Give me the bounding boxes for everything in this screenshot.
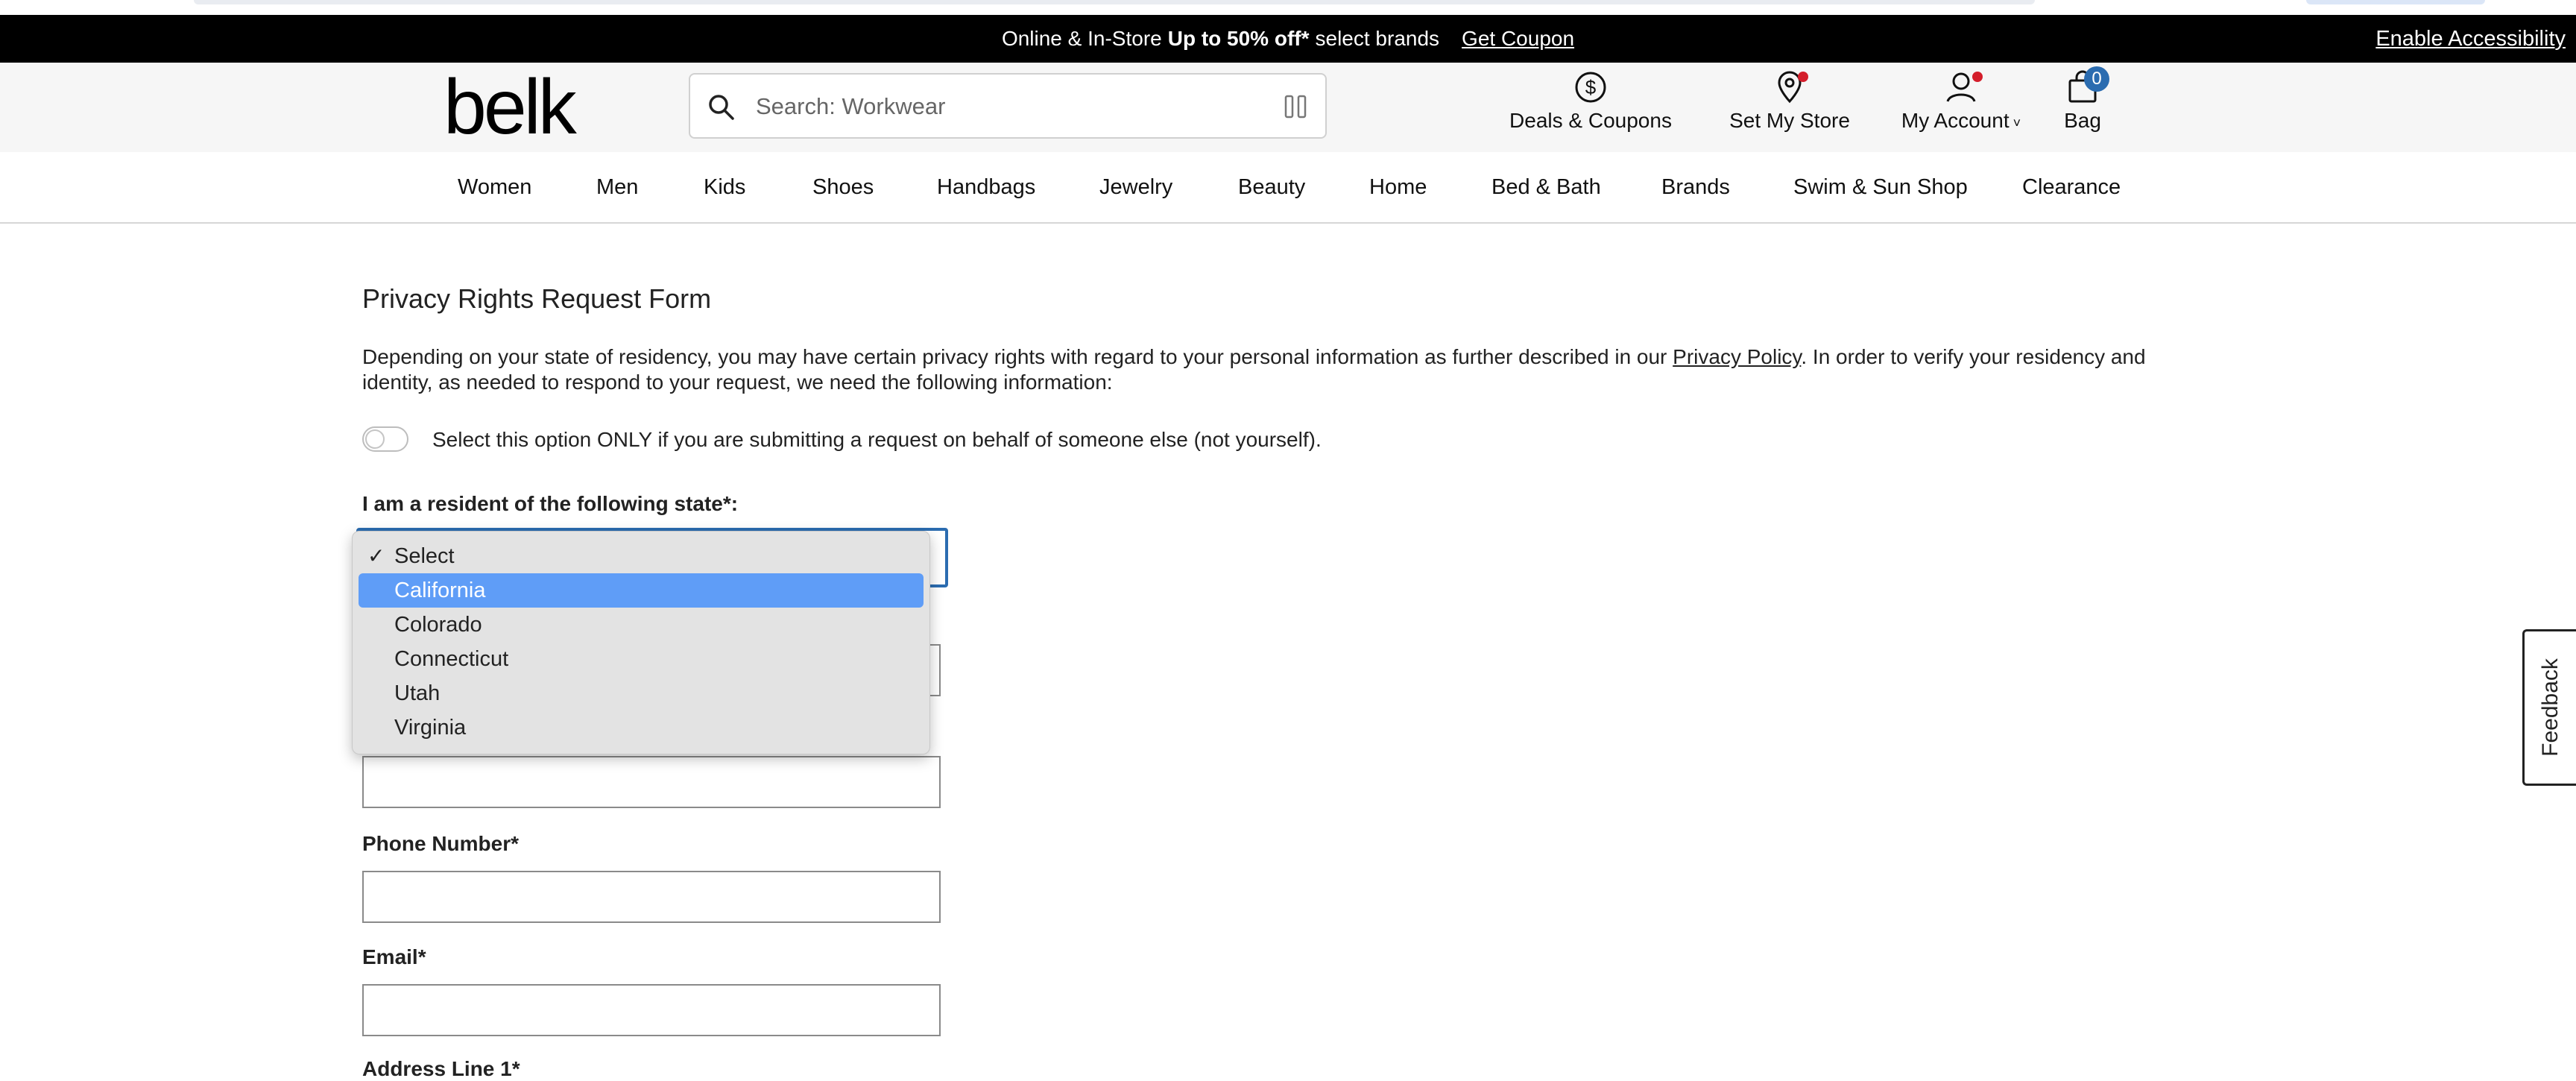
bag-label: Bag (2064, 109, 2101, 132)
site-header: belk $ Deals & Coupons Set My Store (0, 63, 2576, 152)
address-line1-label: Address Line 1* (362, 1057, 520, 1080)
bag-count-badge: 0 (2084, 66, 2109, 92)
page-title: Privacy Rights Request Form (362, 283, 712, 314)
enable-accessibility-link[interactable]: Enable Accessibility (2375, 15, 2566, 63)
search-bar[interactable] (689, 73, 1327, 139)
my-account-text: My Account (1901, 109, 2010, 132)
chevron-down-icon: ˅ (2009, 116, 2021, 130)
checkmark-icon: ✓ (367, 544, 385, 567)
option-label: Connecticut (394, 647, 509, 671)
option-label: Utah (394, 681, 441, 705)
state-option-colorado[interactable]: Colorado (359, 608, 924, 642)
set-my-store-label: Set My Store (1729, 109, 1850, 132)
state-option-virginia[interactable]: Virginia (359, 710, 924, 745)
nav-item-home[interactable]: Home (1369, 152, 1427, 222)
intro-text-part1: Depending on your state of residency, yo… (362, 345, 1673, 368)
account-notification-dot (1972, 72, 1983, 82)
privacy-policy-link[interactable]: Privacy Policy (1673, 345, 1801, 368)
option-label: Select (394, 544, 455, 568)
deals-coupons-button[interactable]: $ Deals & Coupons (1509, 70, 1673, 145)
promo-tail-text: select brands (1315, 27, 1440, 50)
promo-highlight-text: Up to 50% off* (1167, 27, 1310, 50)
state-label: I am a resident of the following state*: (362, 492, 739, 515)
get-coupon-link[interactable]: Get Coupon (1462, 27, 1574, 51)
set-my-store-button[interactable]: Set My Store (1726, 70, 1853, 145)
nav-item-women[interactable]: Women (458, 152, 531, 222)
deals-coupons-label: Deals & Coupons (1509, 109, 1672, 132)
text-field[interactable] (362, 756, 941, 808)
nav-item-beauty[interactable]: Beauty (1238, 152, 1305, 222)
feedback-tab[interactable]: Feedback (2522, 629, 2576, 786)
nav-item-handbags[interactable]: Handbags (937, 152, 1035, 222)
nav-item-shoes[interactable]: Shoes (812, 152, 874, 222)
state-option-connecticut[interactable]: Connecticut (359, 642, 924, 676)
option-label: California (394, 579, 486, 602)
promo-lead-text: Online & In-Store (1001, 27, 1162, 50)
my-account-button[interactable]: My Account ˅ (1898, 70, 2024, 145)
state-option-utah[interactable]: Utah (359, 676, 924, 710)
option-label: Virginia (394, 716, 467, 740)
email-label: Email* (362, 945, 426, 968)
form-intro-text: Depending on your state of residency, yo… (362, 344, 2181, 395)
category-nav: Women Men Kids Shoes Handbags Jewelry Be… (0, 152, 2576, 224)
nav-item-jewelry[interactable]: Jewelry (1099, 152, 1172, 222)
feedback-label: Feedback (2537, 658, 2563, 757)
svg-text:$: $ (1585, 76, 1597, 98)
nav-item-men[interactable]: Men (596, 152, 638, 222)
visual-search-icon[interactable] (1284, 94, 1307, 119)
promo-banner: Online & In-Store Up to 50% off* select … (0, 15, 2576, 63)
dollar-coin-icon: $ (1575, 72, 1606, 103)
nav-item-kids[interactable]: Kids (704, 152, 745, 222)
on-behalf-toggle[interactable] (362, 426, 408, 452)
my-account-label: My Account ˅ (1898, 109, 2024, 133)
nav-item-bed-bath[interactable]: Bed & Bath (1491, 152, 1601, 222)
search-input[interactable] (754, 82, 1205, 131)
search-icon[interactable] (707, 92, 736, 122)
nav-item-swim-sun-shop[interactable]: Swim & Sun Shop (1793, 152, 1968, 222)
browser-button-edge (2306, 0, 2485, 4)
promo-message: Online & In-Store Up to 50% off* select … (0, 15, 2576, 63)
nav-item-brands[interactable]: Brands (1661, 152, 1730, 222)
on-behalf-toggle-label: Select this option ONLY if you are submi… (432, 428, 1322, 451)
phone-label: Phone Number* (362, 832, 520, 855)
state-option-california[interactable]: California (359, 573, 924, 608)
store-notification-dot (1798, 72, 1808, 82)
email-field[interactable] (362, 984, 941, 1036)
toggle-knob (365, 429, 385, 449)
state-option-select[interactable]: ✓ Select (359, 539, 924, 573)
nav-item-clearance[interactable]: Clearance (2022, 152, 2121, 222)
state-dropdown-menu: ✓ Select California Colorado Connecticut… (352, 531, 930, 754)
browser-address-bar-edge (194, 0, 2035, 4)
phone-field[interactable] (362, 871, 941, 923)
option-label: Colorado (394, 613, 482, 637)
belk-logo[interactable]: belk (443, 63, 577, 152)
